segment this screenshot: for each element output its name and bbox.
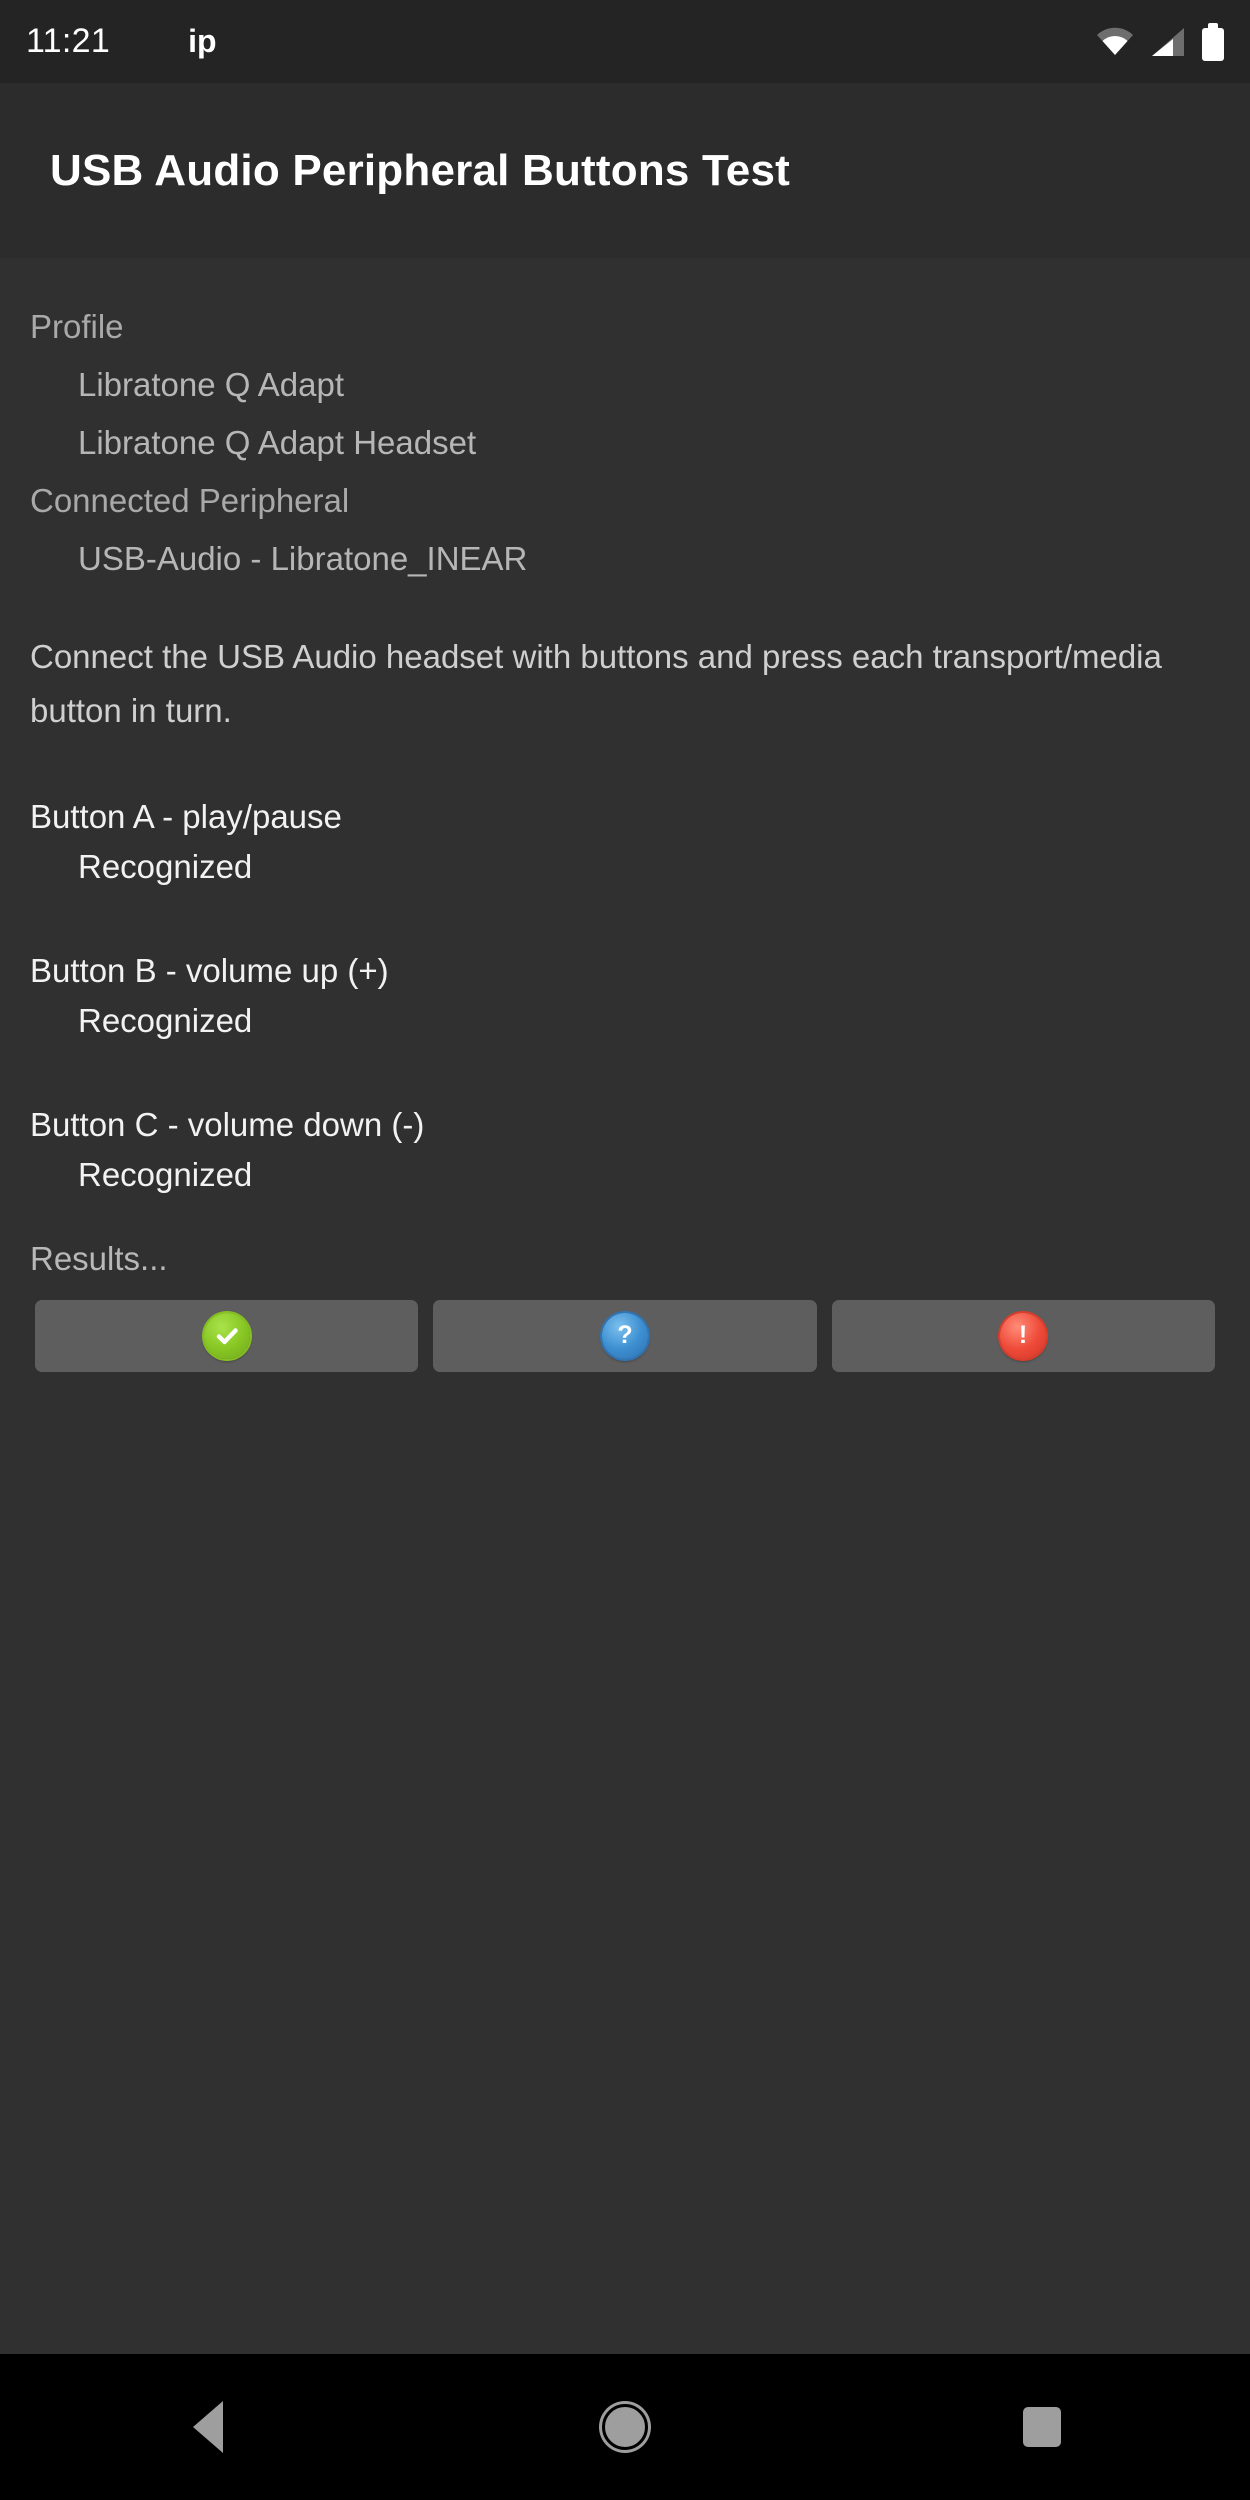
results-label: Results...	[30, 1240, 168, 1277]
status-bar-right	[1096, 22, 1224, 61]
image-icon	[132, 25, 166, 59]
home-button[interactable]	[565, 2377, 685, 2477]
button-a-status: Recognized	[78, 848, 253, 885]
button-a-title: Button A - play/pause	[30, 798, 342, 835]
svg-text:!: !	[1019, 1321, 1027, 1349]
svg-text:?: ?	[617, 1321, 632, 1349]
peripheral-value-0: USB-Audio - Libratone_INEAR	[78, 540, 528, 577]
notification-label: ip	[188, 23, 217, 59]
profile-value-1: Libratone Q Adapt Headset	[78, 424, 477, 461]
wifi-icon	[1096, 27, 1134, 57]
pass-button[interactable]	[35, 1300, 419, 1372]
button-b-title: Button B - volume up (+)	[30, 952, 389, 989]
peripheral-label: Connected Peripheral	[30, 482, 350, 519]
back-button[interactable]	[148, 2377, 268, 2477]
status-bar-left: 11:21 ip	[26, 22, 217, 61]
button-b-status: Recognized	[78, 1002, 253, 1039]
exclamation-circle-icon: !	[1000, 1313, 1047, 1359]
profile-value-0: Libratone Q Adapt	[78, 366, 345, 403]
back-icon	[193, 2401, 224, 2453]
battery-full-icon	[1202, 22, 1224, 61]
recents-button[interactable]	[982, 2377, 1102, 2477]
result-button-row: ? !	[30, 1300, 1220, 1372]
profile-label: Profile	[30, 308, 124, 345]
button-c-status: Recognized	[78, 1156, 253, 1193]
button-test-c: Button C - volume down (-) Recognized	[30, 1100, 1220, 1200]
app-screen: 11:21 ip USB Audio Peripheral Buttons Te…	[0, 0, 1250, 2500]
fail-button[interactable]: !	[831, 1300, 1215, 1372]
check-circle-icon	[203, 1313, 250, 1359]
status-clock: 11:21	[26, 22, 111, 60]
recents-icon	[1022, 2407, 1061, 2447]
status-bar: 11:21 ip	[0, 0, 1250, 83]
home-icon	[601, 2404, 648, 2450]
info-button[interactable]: ?	[433, 1300, 817, 1372]
button-c-title: Button C - volume down (-)	[30, 1106, 425, 1143]
main-content: Profile Libratone Q Adapt Libratone Q Ad…	[0, 258, 1250, 1372]
title-bar: USB Audio Peripheral Buttons Test	[0, 83, 1250, 258]
page-title: USB Audio Peripheral Buttons Test	[50, 145, 790, 195]
navigation-bar	[0, 2354, 1250, 2500]
button-test-a: Button A - play/pause Recognized	[30, 792, 1220, 892]
instructions-text: Connect the USB Audio headset with butto…	[30, 638, 1162, 729]
button-test-b: Button B - volume up (+) Recognized	[30, 946, 1220, 1046]
profile-info-block: Profile Libratone Q Adapt Libratone Q Ad…	[30, 298, 1220, 588]
cellular-signal-icon	[1150, 26, 1186, 58]
question-circle-icon: ?	[601, 1313, 648, 1359]
